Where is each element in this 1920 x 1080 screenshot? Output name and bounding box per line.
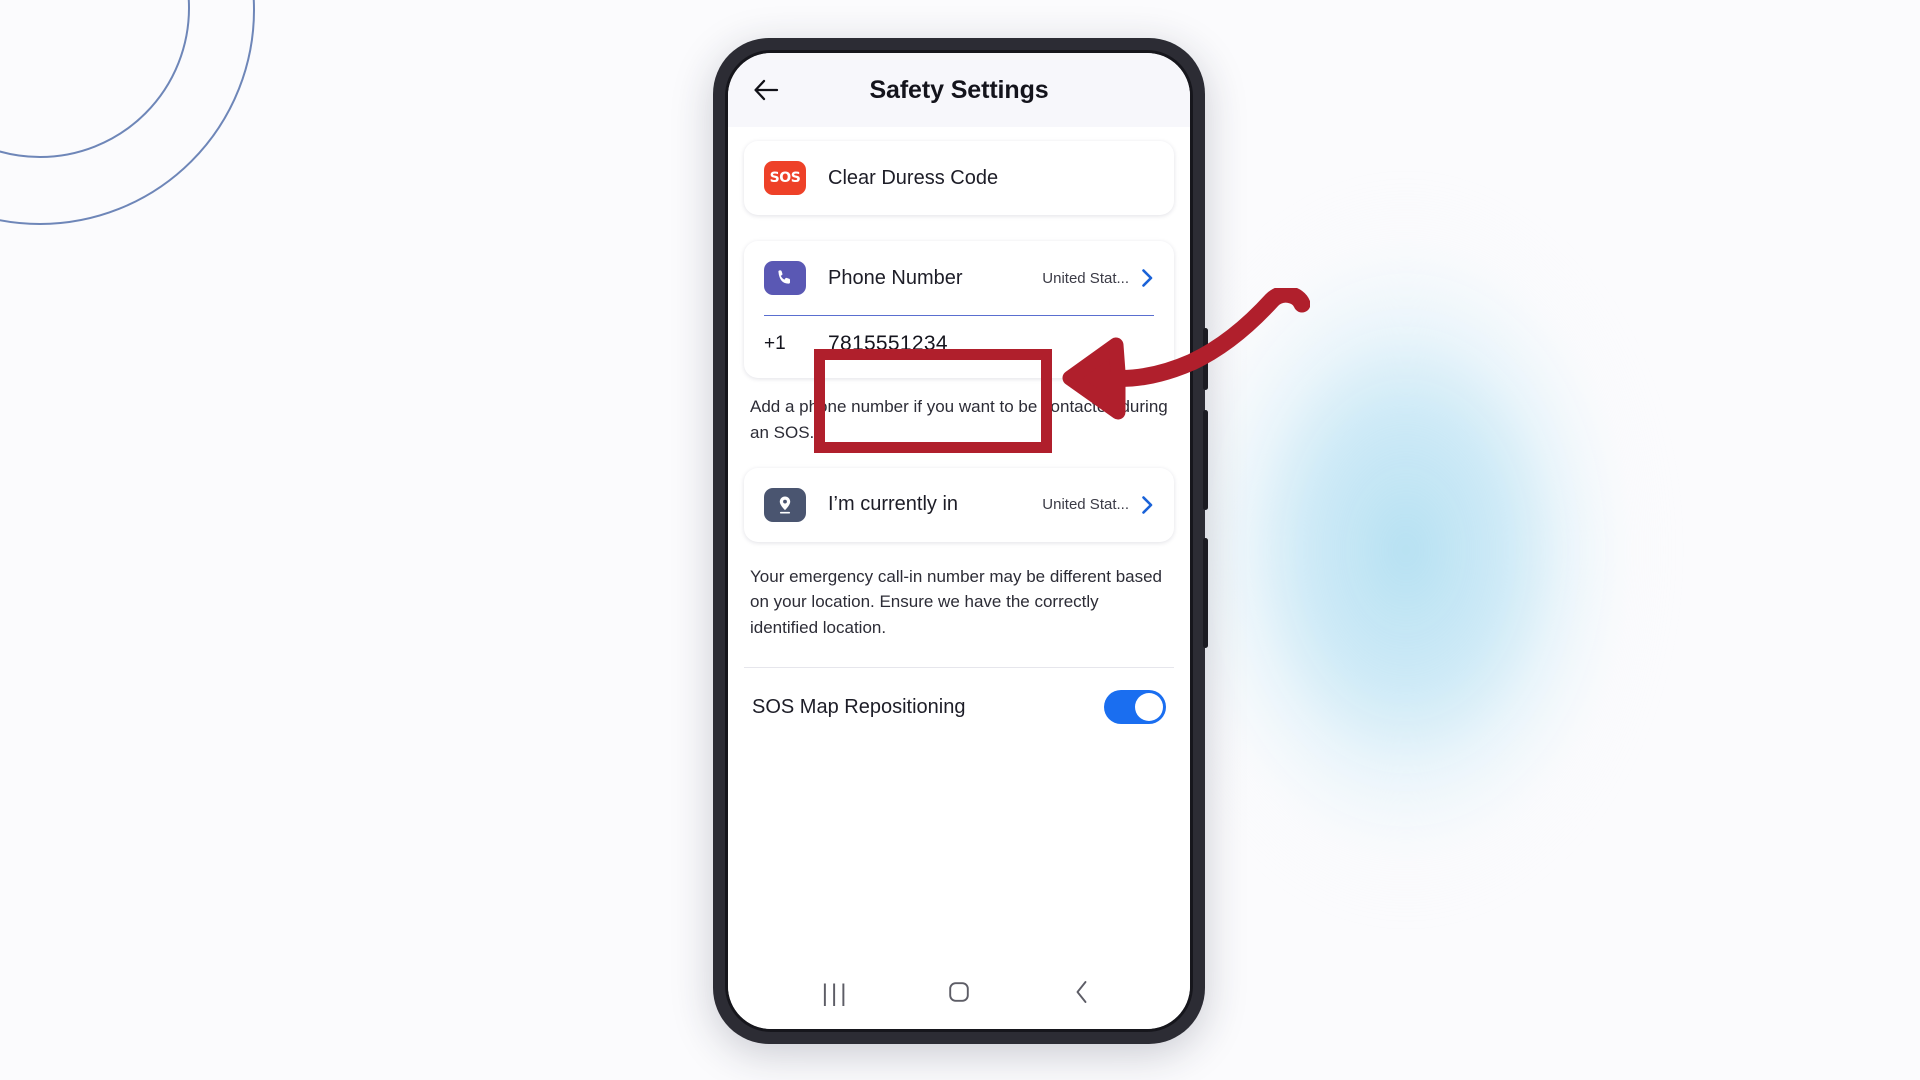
toggle-knob [1135, 693, 1163, 722]
page-title: Safety Settings [869, 75, 1049, 104]
phone-number-label: Phone Number [828, 266, 963, 289]
chevron-left-icon [1072, 979, 1092, 1010]
nav-back-button[interactable] [1054, 972, 1110, 1016]
phone-handset-icon [764, 261, 806, 295]
blue-glow-blob [1140, 180, 1840, 920]
chevron-right-icon[interactable] [1141, 268, 1154, 288]
phone-number-row[interactable]: Phone Number United Stat... [744, 241, 1174, 315]
phone-number-input-wrap[interactable]: +1 7815551234 [744, 315, 1174, 378]
phone-side-button-volume-up [1203, 328, 1208, 390]
settings-content: SOS Clear Duress Code Phone Number Unite… [728, 127, 1190, 959]
nav-recents-button[interactable]: ||| [808, 972, 864, 1016]
android-nav-bar: ||| [728, 959, 1190, 1029]
decorative-ring-outer [0, 0, 255, 225]
sos-map-repositioning-label: SOS Map Repositioning [752, 695, 966, 718]
phone-side-button-power [1203, 538, 1208, 648]
phone-side-button-volume-down [1203, 410, 1208, 510]
sos-badge-icon: SOS [764, 161, 806, 195]
sos-map-repositioning-row[interactable]: SOS Map Repositioning [728, 668, 1190, 725]
phone-number-country-value[interactable]: United Stat... [1042, 270, 1129, 287]
clear-duress-code-card[interactable]: SOS Clear Duress Code [744, 141, 1174, 215]
location-helper-text: Your emergency call-in number may be dif… [750, 566, 1163, 638]
phone-number-card[interactable]: Phone Number United Stat... +1 781555123… [744, 241, 1174, 378]
app-header: Safety Settings [728, 53, 1190, 127]
current-location-card[interactable]: I’m currently in United Stat... [744, 467, 1174, 542]
current-location-value[interactable]: United Stat... [1042, 496, 1129, 513]
phone-device-frame: Safety Settings SOS Clear Duress Code Ph… [713, 38, 1208, 1044]
arrow-left-icon[interactable] [750, 73, 784, 107]
current-location-label: I’m currently in [828, 493, 959, 516]
chevron-right-icon[interactable] [1141, 495, 1154, 515]
phone-bezel: Safety Settings SOS Clear Duress Code Ph… [725, 50, 1193, 1032]
sos-badge-label: SOS [769, 170, 801, 186]
phone-number-input[interactable]: +1 7815551234 [764, 315, 1154, 356]
nav-home-button[interactable] [931, 972, 987, 1016]
recents-icon: ||| [821, 980, 850, 1007]
home-square-icon [947, 980, 971, 1009]
phone-number-value[interactable]: 7815551234 [828, 332, 948, 356]
location-pin-icon [764, 487, 806, 522]
decorative-ring-inner [0, 0, 190, 158]
sos-map-repositioning-toggle[interactable] [1104, 690, 1166, 725]
phone-screen: Safety Settings SOS Clear Duress Code Ph… [728, 53, 1190, 1029]
country-code-value: +1 [764, 333, 786, 354]
clear-duress-code-label: Clear Duress Code [828, 166, 999, 189]
phone-number-helper-text: Add a phone number if you want to be con… [750, 397, 1168, 442]
current-location-row[interactable]: I’m currently in United Stat... [744, 468, 1174, 542]
clear-duress-code-row[interactable]: SOS Clear Duress Code [744, 141, 1174, 215]
